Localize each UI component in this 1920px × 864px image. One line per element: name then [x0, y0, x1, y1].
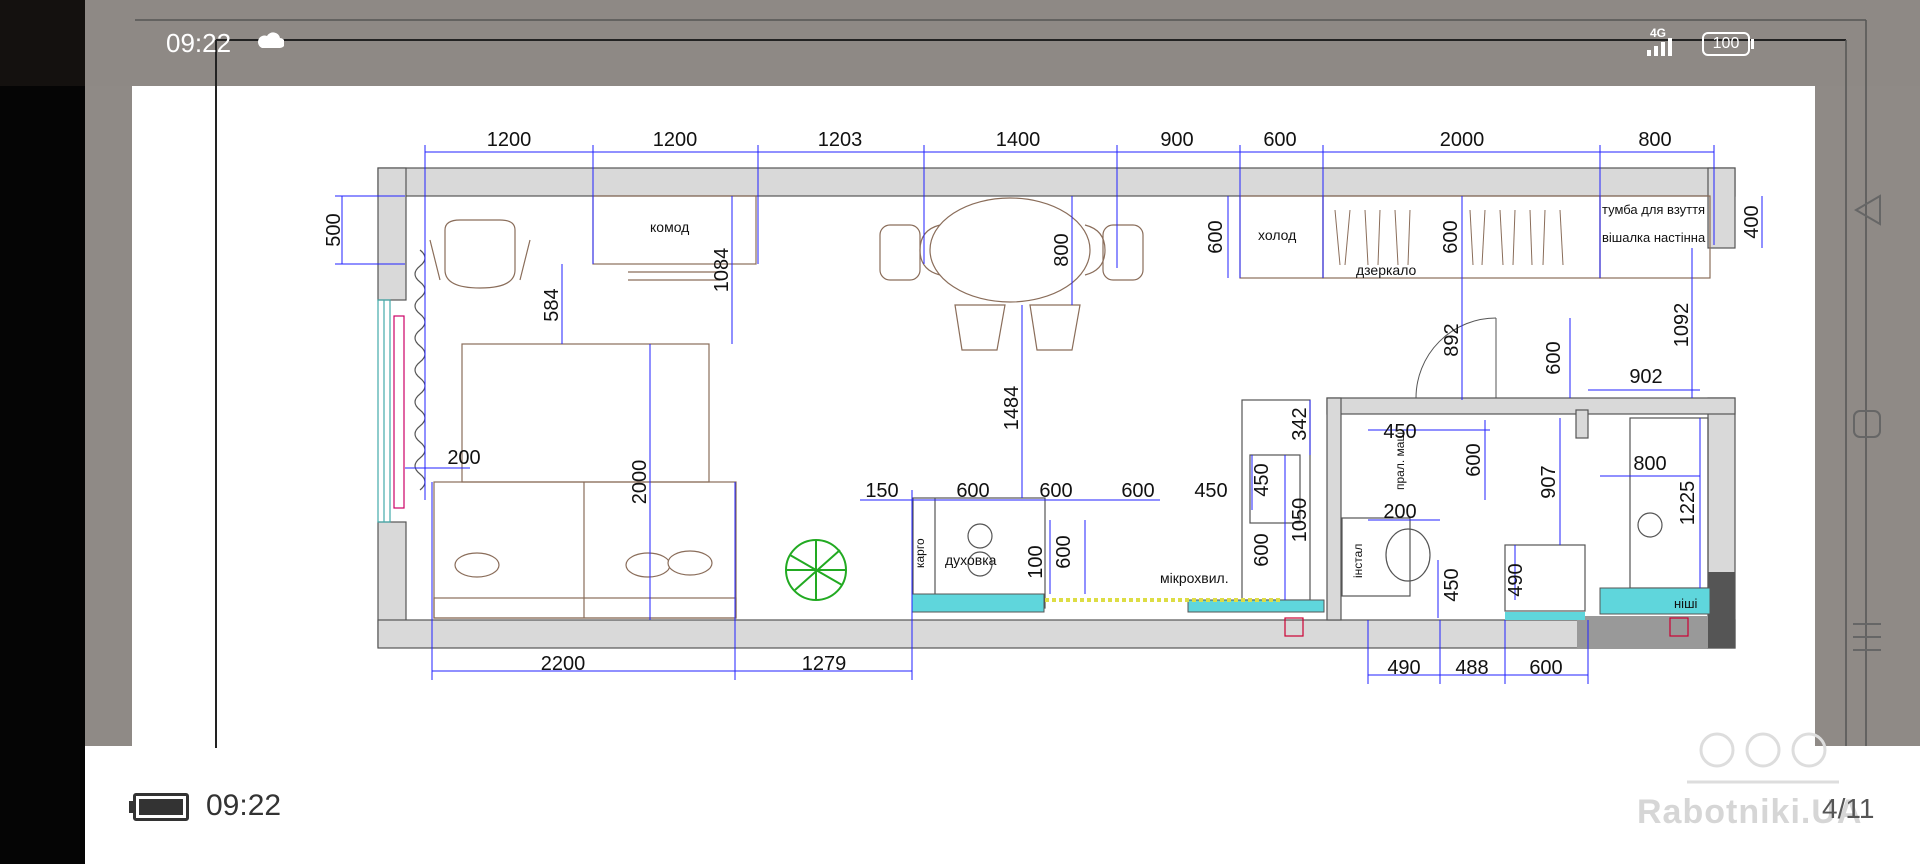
curtain: [414, 249, 426, 491]
dim-600-door: 600: [1543, 341, 1565, 374]
label-dzerkalo: дзеркало: [1356, 262, 1417, 278]
dim-kitchen-3: 600: [1039, 480, 1072, 502]
dim-shower-800: 800: [1633, 453, 1666, 475]
plant-icon: [785, 539, 847, 601]
back-icon[interactable]: [1850, 192, 1886, 228]
dim-bath-200: 200: [1383, 501, 1416, 523]
dim-kitchen-1: 150: [865, 480, 898, 502]
label-komod: комод: [650, 219, 689, 235]
dim-584: 584: [541, 288, 563, 321]
dim-bath-bottom-2: 488: [1455, 657, 1488, 679]
dim-kitchen-2: 600: [956, 480, 989, 502]
bottom-battery-icon: [133, 793, 189, 821]
dim-bath-450b: 450: [1441, 568, 1463, 601]
floor-plan-drawing: 1200 1200 1203 1400 900 600 2000 800 220…: [135, 19, 1867, 748]
dim-top-5: 900: [1160, 129, 1193, 151]
dim-bath-907: 907: [1538, 465, 1560, 498]
window: [377, 299, 391, 523]
dim-top-3: 1203: [818, 129, 863, 151]
label-pral-mash: прал. маш: [1393, 432, 1407, 490]
dim-500: 500: [323, 213, 345, 246]
dim-892: 892: [1441, 323, 1463, 356]
dim-bottom-2: 1279: [802, 653, 847, 675]
bottom-time: 09:22: [206, 789, 282, 822]
dim-top-1: 1200: [487, 129, 532, 151]
chair-right: [1102, 224, 1144, 281]
dim-top-7: 2000: [1440, 129, 1485, 151]
wall-bottom: [377, 619, 1736, 649]
dim-2000: 2000: [629, 460, 651, 505]
chair-bottom-1: [954, 304, 1006, 351]
curtain-rod: [393, 315, 405, 509]
wall-right-upper: [1707, 167, 1736, 249]
dim-shower-1225: 1225: [1677, 481, 1699, 526]
dim-1092: 1092: [1671, 303, 1693, 348]
dim-top-2: 1200: [653, 129, 698, 151]
armchair: [444, 219, 516, 289]
dim-600-dzerk: 600: [1440, 220, 1462, 253]
dim-100: 100: [1025, 545, 1047, 578]
dim-200-left: 200: [447, 447, 480, 469]
wall-top: [377, 167, 1736, 197]
battery-cap: [1751, 39, 1754, 49]
wall-bath-divider: [1575, 409, 1589, 439]
dim-902: 902: [1629, 366, 1662, 388]
dim-bath-bottom-1: 490: [1387, 657, 1420, 679]
cloud-icon: [258, 32, 284, 48]
signal-icon: [1647, 38, 1672, 56]
label-duhovka: духовка: [945, 552, 997, 568]
dim-top-8: 800: [1638, 129, 1671, 151]
dim-1050: 1050: [1289, 498, 1311, 543]
label-kargo: карго: [913, 538, 927, 568]
dim-600-holod: 600: [1205, 220, 1227, 253]
dim-bath-600: 600: [1463, 443, 1485, 476]
page-indicator: 4/11: [1822, 793, 1875, 824]
chair-bottom-2: [1029, 304, 1081, 351]
menu-icon[interactable]: [1851, 620, 1883, 654]
label-instal: інстал: [1351, 544, 1365, 578]
dim-kitchen-5: 450: [1194, 480, 1227, 502]
dim-600-k1: 600: [1053, 535, 1075, 568]
bed-frame: [461, 343, 710, 483]
dim-top-4: 1400: [996, 129, 1041, 151]
label-nishi: ніші: [1674, 596, 1697, 611]
home-icon[interactable]: [1851, 408, 1883, 440]
label-tumba: тумба для взуття: [1602, 202, 1705, 217]
dim-450-sink: 450: [1251, 463, 1273, 496]
dim-top-6: 600: [1263, 129, 1296, 151]
label-vishalka: вішалка настінна: [1602, 230, 1706, 245]
dim-600-k2: 600: [1251, 533, 1273, 566]
label-holod: холод: [1258, 227, 1296, 243]
chair-left: [879, 224, 921, 281]
wall-dark-block: [1708, 572, 1735, 648]
counter-cyan-1: [911, 593, 1045, 613]
wall-bath-top: [1326, 397, 1736, 415]
dim-342: 342: [1289, 407, 1311, 440]
dim-kitchen-4: 600: [1121, 480, 1154, 502]
dim-bath-bottom-3: 600: [1529, 657, 1562, 679]
dim-bath-490: 490: [1505, 563, 1527, 596]
wall-bath-left: [1326, 397, 1342, 621]
dim-1084: 1084: [711, 248, 733, 293]
counter-cyan-3: [1505, 612, 1585, 620]
dim-1484: 1484: [1001, 386, 1023, 431]
dim-400: 400: [1741, 205, 1763, 238]
wall-left-upper: [377, 167, 407, 301]
watermark-logo-icon: [1687, 732, 1839, 784]
dim-800: 800: [1051, 233, 1073, 266]
dim-bottom-1: 2200: [541, 653, 586, 675]
label-mikrohvil: мікрохвил.: [1160, 570, 1229, 586]
battery-indicator: 100: [1702, 32, 1750, 56]
status-time: 09:22: [166, 28, 232, 58]
